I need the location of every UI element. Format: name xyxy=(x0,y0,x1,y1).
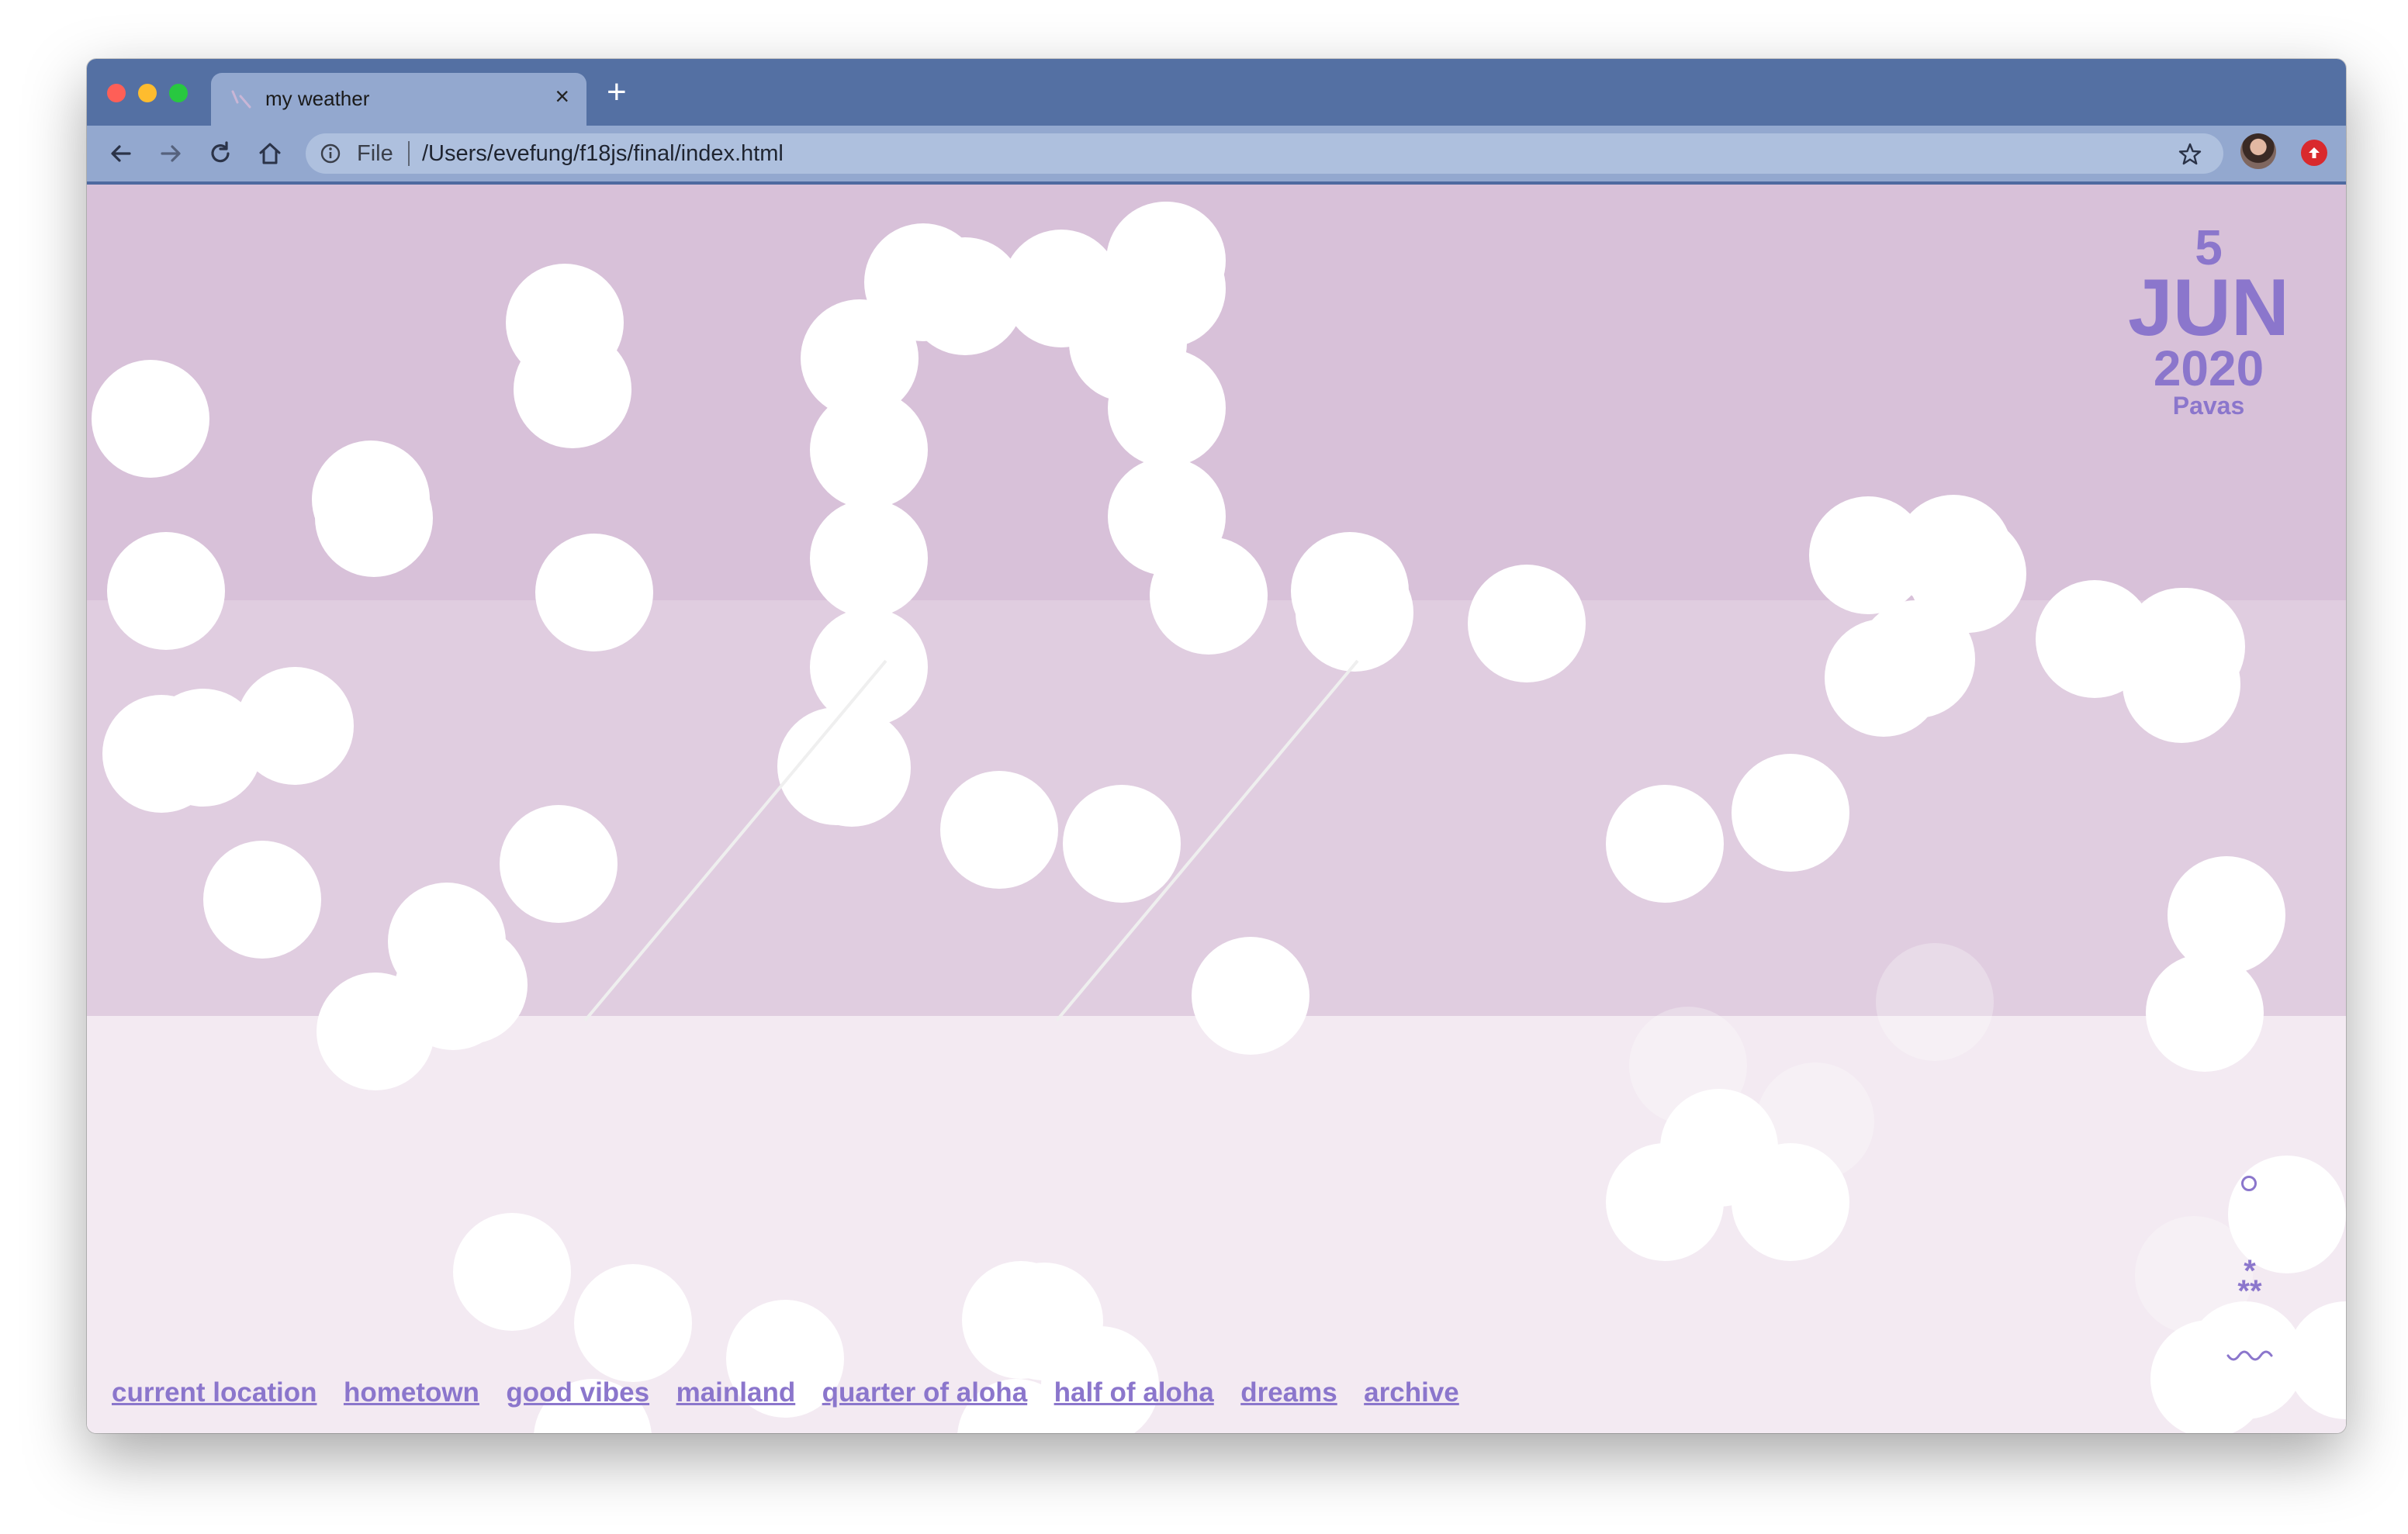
address-url[interactable]: /Users/evefung/f18js/final/index.html xyxy=(422,141,784,167)
home-icon[interactable] xyxy=(251,135,289,172)
browser-window: my weather × + File /Users/evefung/f18js… xyxy=(87,59,2346,1433)
rain-streak xyxy=(583,659,887,1022)
window-maximize-button[interactable] xyxy=(169,84,188,102)
page-viewport: 5 JUN 2020 Pavas * ** current location ho… xyxy=(87,185,2346,1433)
browser-titlebar: my weather × + xyxy=(87,59,2346,126)
update-arrow-icon[interactable] xyxy=(2301,140,2327,166)
forward-arrow-icon[interactable] xyxy=(152,135,189,172)
window-close-button[interactable] xyxy=(107,84,126,102)
profile-avatar[interactable] xyxy=(2240,133,2276,169)
nav-link-quarter-of-aloha[interactable]: quarter of aloha xyxy=(822,1377,1027,1408)
nav-link-mainland[interactable]: mainland xyxy=(676,1377,796,1408)
tab-close-icon[interactable]: × xyxy=(555,82,569,111)
address-bar[interactable]: File /Users/evefung/f18js/final/index.ht… xyxy=(306,133,2223,174)
nav-link-current-location[interactable]: current location xyxy=(112,1377,317,1408)
tab-title: my weather xyxy=(265,87,370,110)
address-scheme-label: File xyxy=(357,141,393,166)
address-separator xyxy=(408,141,410,166)
rain-streaks xyxy=(583,659,1359,1022)
nav-link-archive[interactable]: archive xyxy=(1364,1377,1459,1408)
browser-toolbar: File /Users/evefung/f18js/final/index.ht… xyxy=(87,126,2346,181)
window-minimize-button[interactable] xyxy=(138,84,157,102)
snowflake-icon[interactable]: * ** xyxy=(2226,1256,2273,1308)
info-icon[interactable] xyxy=(320,143,341,164)
wave-icon[interactable] xyxy=(2226,1349,2275,1368)
reload-icon[interactable] xyxy=(202,135,239,172)
date-display: 5 JUN 2020 Pavas xyxy=(2096,223,2321,419)
date-month: JUN xyxy=(2127,263,2290,353)
nav-link-good-vibes[interactable]: good vibes xyxy=(506,1377,649,1408)
bookmark-star-icon[interactable] xyxy=(2177,141,2203,168)
location-nav: current location hometown good vibes mai… xyxy=(112,1377,1483,1408)
nav-link-dreams[interactable]: dreams xyxy=(1240,1377,1337,1408)
nav-link-half-of-aloha[interactable]: half of aloha xyxy=(1054,1377,1214,1408)
browser-tab[interactable]: my weather × xyxy=(211,73,586,126)
rain-streak xyxy=(1055,659,1359,1022)
tab-favicon-icon xyxy=(231,90,251,109)
circle-icon[interactable] xyxy=(2237,1171,2261,1194)
back-arrow-icon[interactable] xyxy=(102,135,140,172)
new-tab-icon[interactable]: + xyxy=(607,73,627,112)
location-name: Pavas xyxy=(2172,392,2245,420)
nav-link-hometown[interactable]: hometown xyxy=(344,1377,479,1408)
